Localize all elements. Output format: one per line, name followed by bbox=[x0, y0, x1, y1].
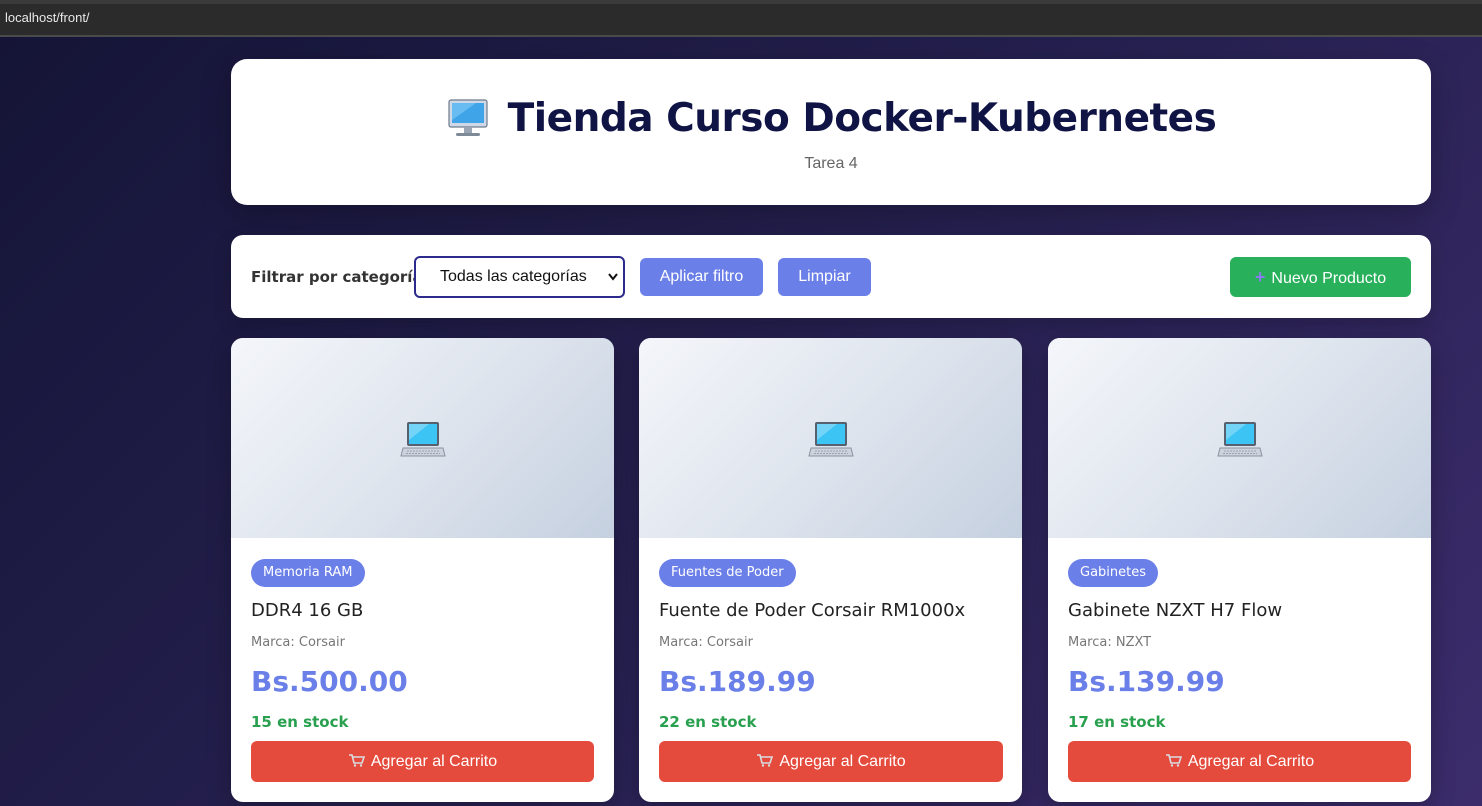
chevron-down-icon bbox=[608, 273, 618, 281]
product-image bbox=[1048, 338, 1431, 538]
laptop-icon bbox=[399, 422, 446, 457]
add-to-cart-button[interactable]: Agregar al Carrito bbox=[1068, 741, 1411, 782]
laptop-icon bbox=[807, 422, 854, 457]
page-subtitle: Tarea 4 bbox=[804, 155, 858, 172]
product-name: DDR4 16 GB bbox=[251, 600, 364, 621]
product-image bbox=[639, 338, 1022, 538]
product-image bbox=[231, 338, 614, 538]
category-badge: Memoria RAM bbox=[251, 559, 365, 587]
product-brand: Marca: NZXT bbox=[1068, 635, 1152, 650]
product-card: Memoria RAM DDR4 16 GB Marca: Corsair Bs… bbox=[231, 338, 614, 802]
product-price: Bs.500.00 bbox=[251, 665, 408, 698]
product-stock: 22 en stock bbox=[659, 713, 757, 731]
product-stock: 17 en stock bbox=[1068, 713, 1166, 731]
plus-icon: + bbox=[1254, 267, 1266, 287]
add-to-cart-button[interactable]: Agregar al Carrito bbox=[659, 741, 1003, 782]
product-name: Gabinete NZXT H7 Flow bbox=[1068, 600, 1283, 621]
add-to-cart-button[interactable]: Agregar al Carrito bbox=[251, 741, 594, 782]
new-product-label: Nuevo Producto bbox=[1271, 270, 1387, 287]
category-badge: Fuentes de Poder bbox=[659, 559, 796, 587]
shopping-cart-icon bbox=[348, 754, 365, 767]
category-select-value: Todas las categorías bbox=[440, 268, 587, 285]
product-stock: 15 en stock bbox=[251, 713, 349, 731]
add-to-cart-label: Agregar al Carrito bbox=[1187, 753, 1315, 770]
product-card: Gabinetes Gabinete NZXT H7 Flow Marca: N… bbox=[1048, 338, 1431, 802]
new-product-button[interactable]: + Nuevo Producto bbox=[1230, 257, 1411, 297]
product-price: Bs.189.99 bbox=[659, 665, 816, 698]
add-to-cart-label: Agregar al Carrito bbox=[370, 753, 498, 770]
category-select[interactable]: Todas las categorías bbox=[414, 256, 625, 298]
product-brand: Marca: Corsair bbox=[659, 635, 753, 650]
shopping-cart-icon bbox=[757, 754, 774, 767]
desktop-computer-icon bbox=[448, 99, 488, 136]
page-title: Tienda Curso Docker-Kubernetes bbox=[507, 95, 1217, 141]
product-name: Fuente de Poder Corsair RM1000x bbox=[659, 600, 966, 621]
page-title-row: Tienda Curso Docker-Kubernetes bbox=[231, 96, 1431, 140]
category-badge: Gabinetes bbox=[1068, 559, 1159, 587]
filter-label: Filtrar por categoría: bbox=[251, 268, 429, 286]
laptop-icon bbox=[1216, 422, 1263, 457]
header-card: Tienda Curso Docker-Kubernetes Tarea 4 bbox=[231, 59, 1431, 205]
add-to-cart-label: Agregar al Carrito bbox=[779, 753, 906, 770]
url-text[interactable]: localhost/front/ bbox=[5, 10, 90, 25]
browser-address-bar[interactable]: localhost/front/ bbox=[0, 0, 1482, 37]
product-card: Fuentes de Poder Fuente de Poder Corsair… bbox=[639, 338, 1022, 802]
filter-bar: Filtrar por categoría: Todas las categor… bbox=[231, 235, 1431, 318]
product-price: Bs.139.99 bbox=[1068, 665, 1225, 698]
apply-filter-button[interactable]: Aplicar filtro bbox=[640, 258, 763, 296]
clear-filter-button[interactable]: Limpiar bbox=[778, 258, 871, 296]
shopping-cart-icon bbox=[1165, 754, 1182, 767]
product-brand: Marca: Corsair bbox=[251, 635, 345, 650]
